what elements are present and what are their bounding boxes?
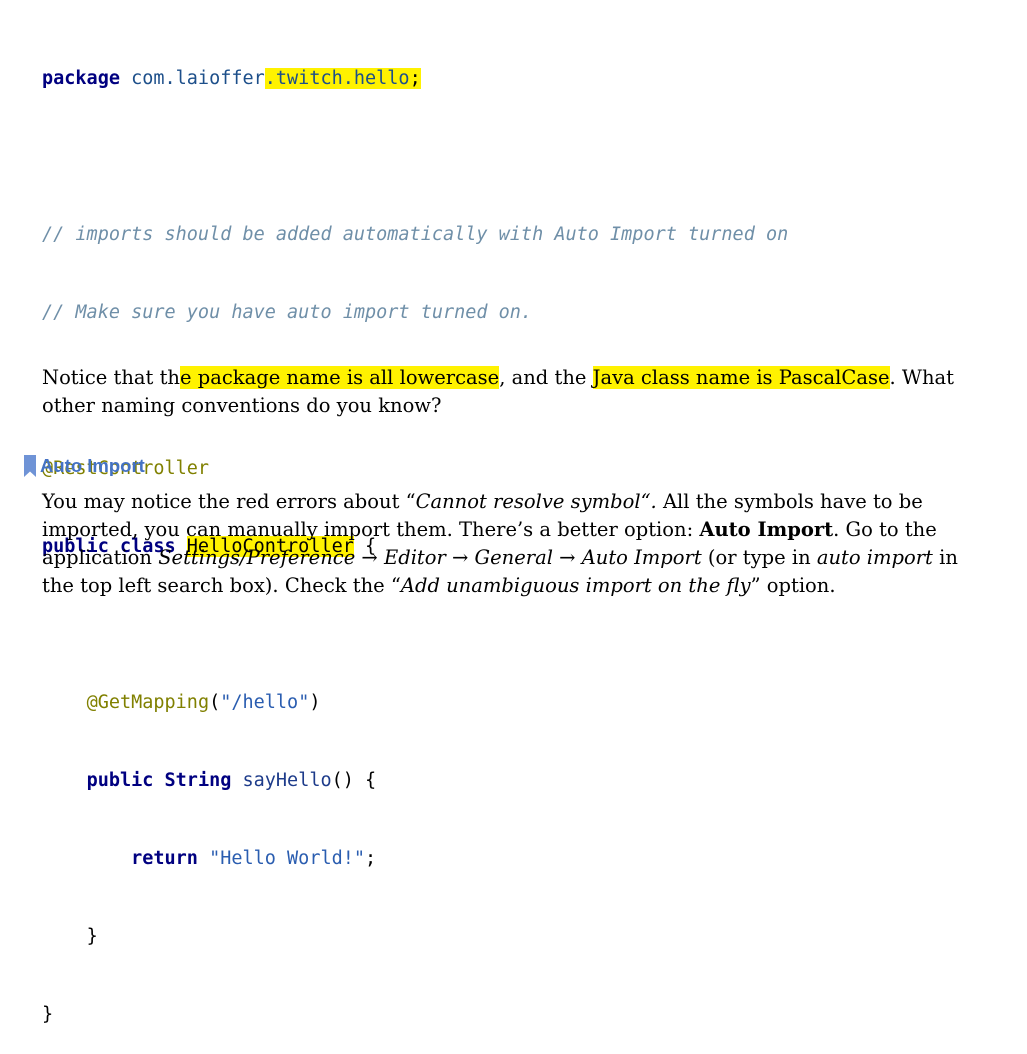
code-line-method: public String sayHello() { bbox=[42, 768, 788, 794]
code-line-package: package com.laioffer.twitch.hello; bbox=[42, 66, 788, 92]
code-comment-1: // imports should be added automatically… bbox=[42, 224, 789, 245]
package-keyword: package bbox=[42, 68, 120, 89]
p1-highlight-class: Java class name is PascalCase bbox=[592, 366, 890, 389]
naming-paragraph: Notice that the package name is all lowe… bbox=[42, 364, 992, 420]
method-modifiers: public bbox=[86, 770, 165, 791]
section-heading: Auto Import bbox=[24, 455, 145, 477]
class-annotation: @RestController bbox=[42, 458, 210, 479]
p2-em-settings-path: Settings/Preference → Editor → General →… bbox=[158, 546, 702, 569]
code-comment-2: // Make sure you have auto import turned… bbox=[42, 302, 533, 323]
p2-em-symbol: Cannot resolve symbol“. bbox=[415, 490, 657, 513]
mapping-open: ( bbox=[209, 692, 221, 713]
return-keyword: return bbox=[131, 848, 210, 869]
method-annotation: @GetMapping bbox=[86, 692, 210, 713]
return-end: ; bbox=[365, 848, 377, 869]
p2-text-1: You may notice the red errors about “ bbox=[42, 490, 416, 513]
code-line-class-close: } bbox=[42, 1002, 788, 1028]
bookmark-icon bbox=[24, 455, 36, 477]
p2-em-search-term: auto import bbox=[816, 546, 933, 569]
p1-text-2: , and the bbox=[499, 366, 593, 389]
code-line-mapping: @GetMapping("/hello") bbox=[42, 690, 788, 716]
p1-text-1: Notice that th bbox=[42, 366, 180, 389]
method-signature-end: () { bbox=[331, 770, 377, 791]
mapping-close: ) bbox=[309, 692, 321, 713]
package-highlight: .twitch.hello bbox=[264, 68, 410, 89]
p2-em-option: Add unambiguous import on the fly bbox=[400, 574, 751, 597]
code-line-return: return "Hello World!"; bbox=[42, 846, 788, 872]
section-heading-label: Auto Import bbox=[40, 455, 145, 476]
p1-highlight-package: e package name is all lowercase bbox=[180, 366, 500, 389]
method-type: String bbox=[164, 770, 243, 791]
method-name: sayHello bbox=[242, 770, 332, 791]
p2-strong-auto-import: Auto Import bbox=[699, 518, 834, 541]
return-value: "Hello World!" bbox=[209, 848, 366, 869]
mapping-value: "/hello" bbox=[220, 692, 310, 713]
p2-text-4: (or type in bbox=[701, 546, 817, 569]
method-close-brace: } bbox=[86, 926, 98, 947]
class-close-brace: } bbox=[42, 1004, 54, 1025]
auto-import-paragraph: You may notice the red errors about “Can… bbox=[42, 488, 992, 600]
p2-text-6: ” option. bbox=[750, 574, 836, 597]
package-semicolon: ; bbox=[409, 68, 421, 89]
code-line-method-close: } bbox=[42, 924, 788, 950]
package-prefix: com.laioffer bbox=[131, 68, 265, 89]
